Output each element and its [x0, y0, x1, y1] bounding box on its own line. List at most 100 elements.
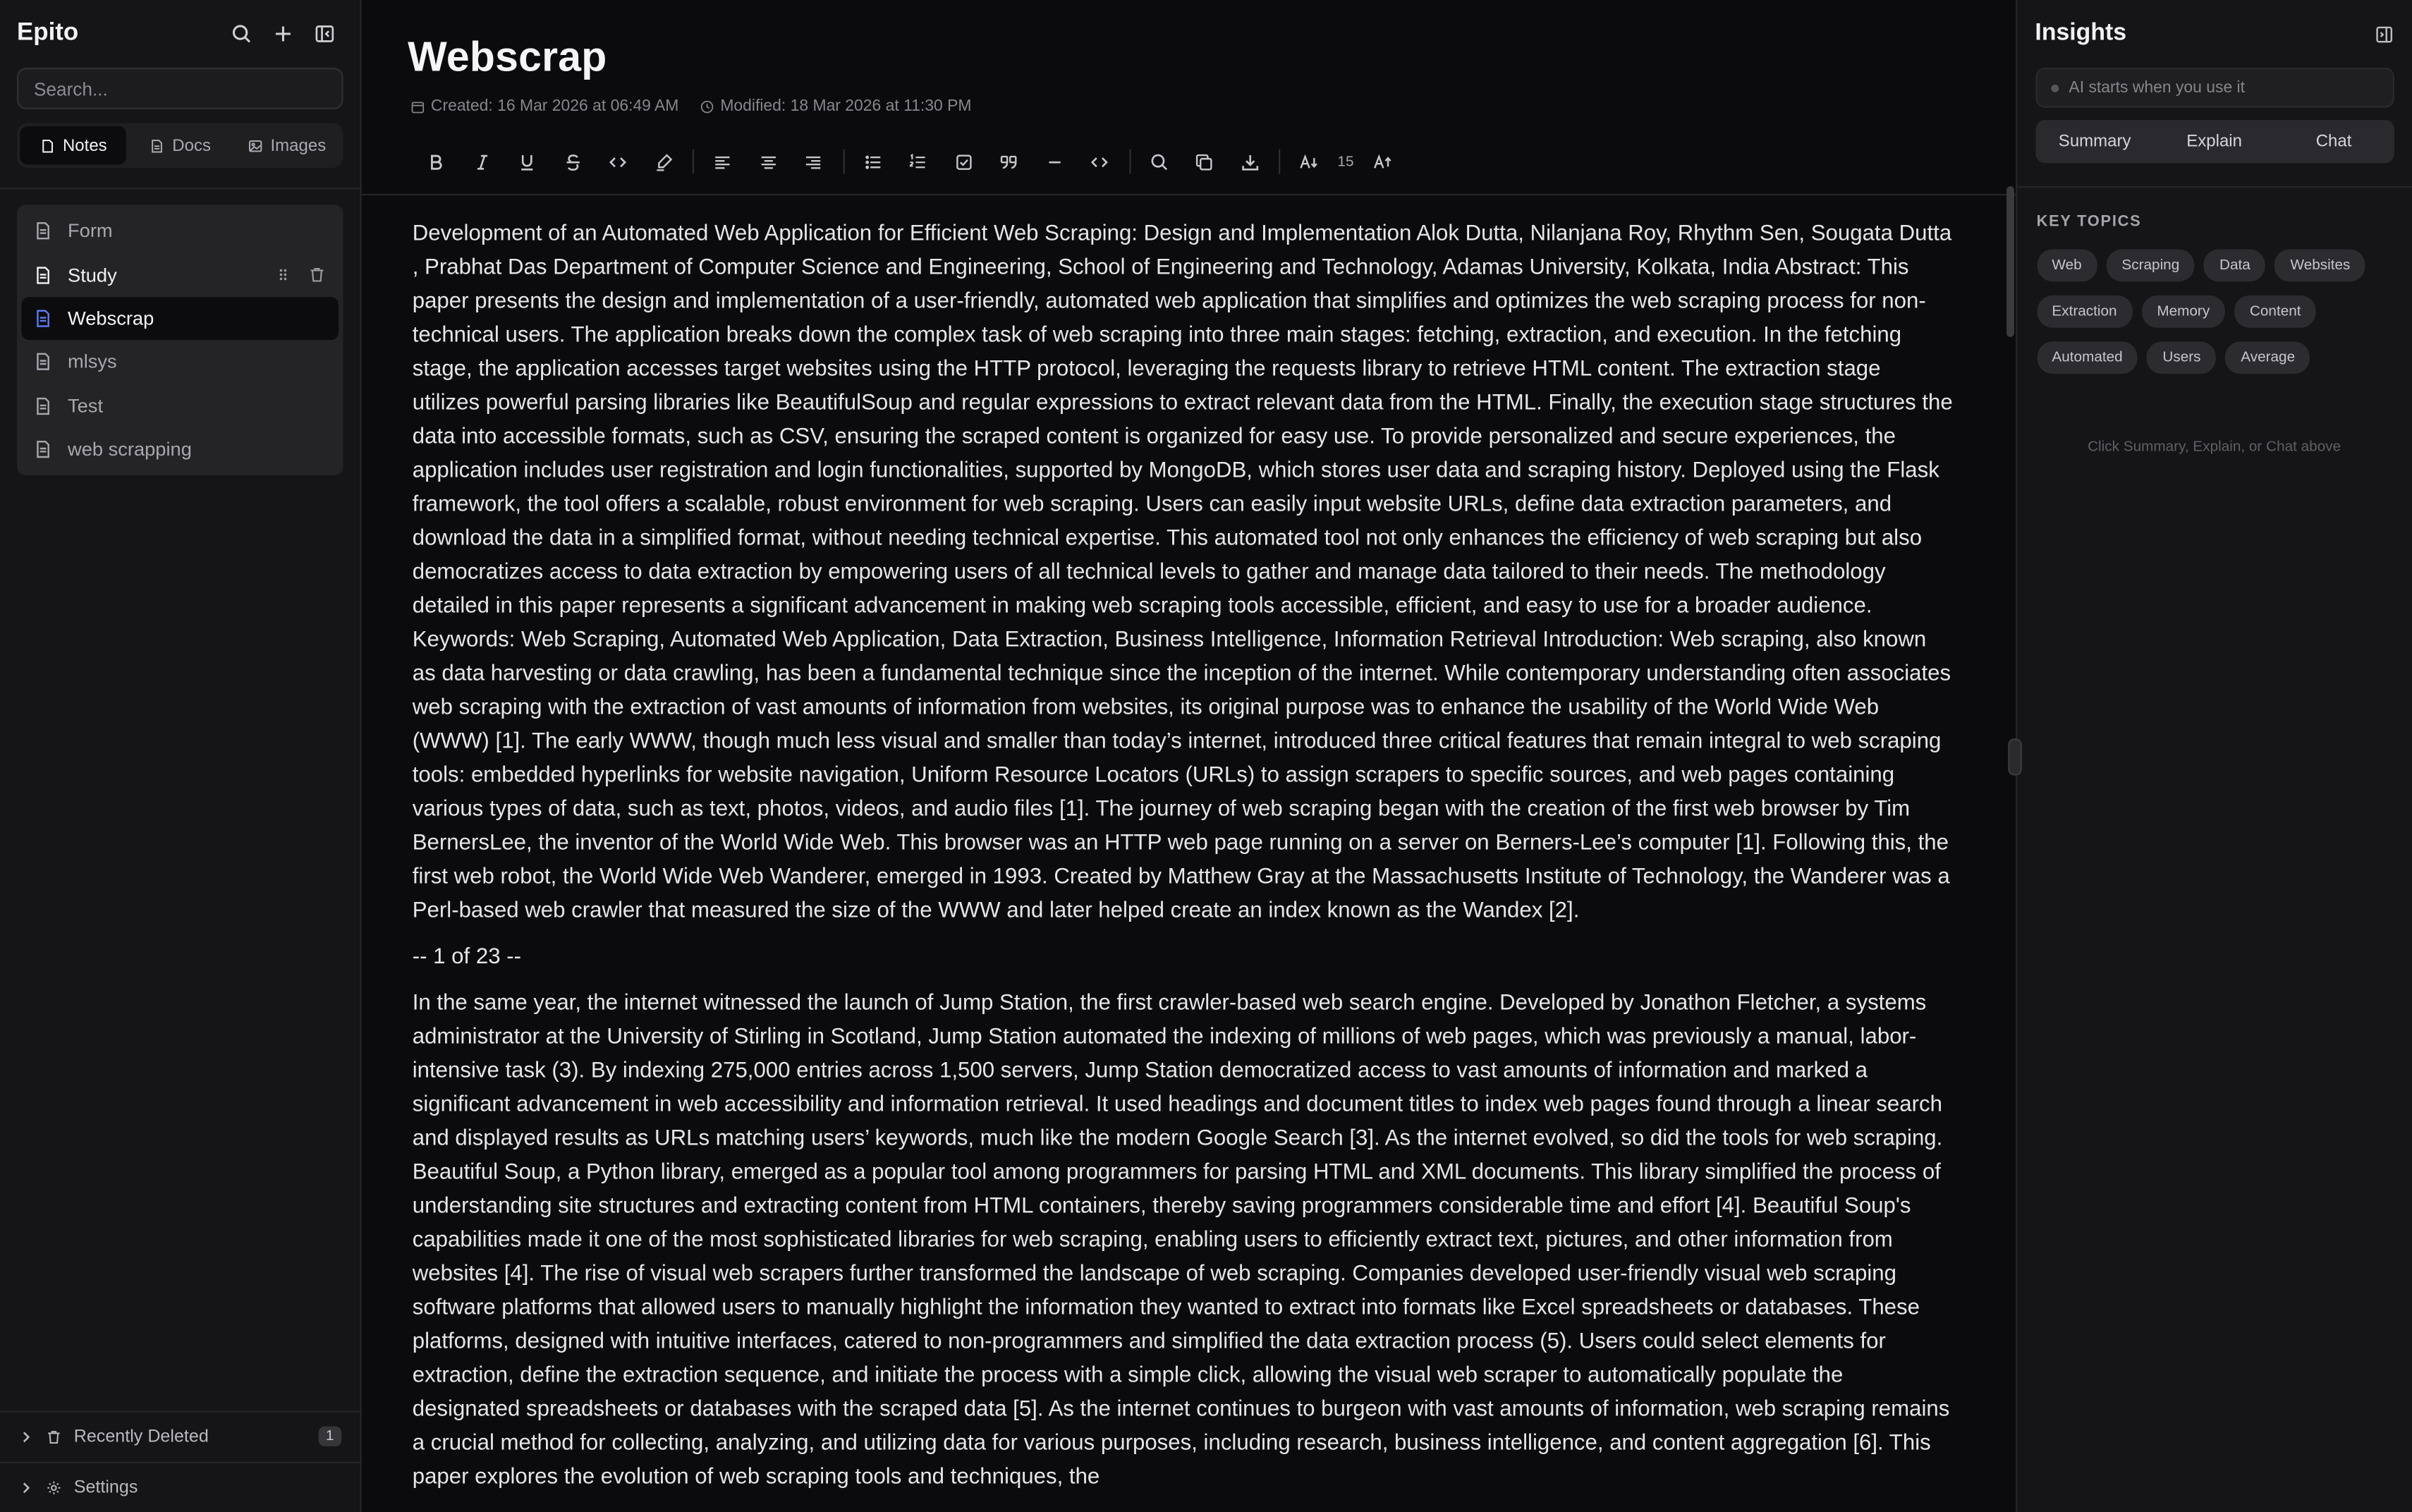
- note-item-form[interactable]: Form: [22, 209, 339, 253]
- gear-icon: [47, 1481, 61, 1494]
- note-item-test[interactable]: Test: [22, 384, 339, 427]
- document-icon: [37, 222, 49, 240]
- align-right-icon: [806, 155, 821, 169]
- trash-icon[interactable]: [307, 267, 326, 284]
- note-item-study[interactable]: Study: [22, 253, 339, 297]
- status-dot: [2050, 83, 2059, 92]
- document-icon: [37, 353, 49, 371]
- created-meta: Created: 16 Mar 2026 at 06:49 AM: [411, 97, 678, 116]
- page-title[interactable]: Webscrap: [408, 34, 1968, 82]
- note-item-label: Test: [67, 395, 104, 417]
- note-item-mlsys[interactable]: mlsys: [22, 341, 339, 384]
- align-left-icon: [715, 155, 731, 169]
- note-item-label: Form: [67, 220, 113, 242]
- topic-chip[interactable]: Automated: [2036, 341, 2138, 374]
- topic-chip[interactable]: Average: [2225, 341, 2310, 374]
- topic-chip[interactable]: Data: [2204, 249, 2266, 282]
- horizontal-rule-button[interactable]: [1032, 143, 1077, 180]
- align-left-button[interactable]: [700, 143, 745, 180]
- toolbar-separator: [1128, 149, 1131, 174]
- italic-button[interactable]: [459, 143, 504, 180]
- bullet-list-button[interactable]: [850, 143, 895, 180]
- ai-status-text: AI starts when you use it: [2069, 78, 2246, 97]
- tab-docs-label: Docs: [172, 136, 211, 155]
- modified-meta: Modified: 18 Mar 2026 at 11:30 PM: [700, 97, 971, 116]
- topic-chips: Web Scraping Data Websites Extraction Me…: [2036, 249, 2392, 374]
- numbered-list-button[interactable]: [896, 143, 941, 180]
- topic-chip[interactable]: Web: [2036, 249, 2097, 282]
- ai-status: AI starts when you use it: [2035, 67, 2394, 108]
- topic-chip[interactable]: Scraping: [2106, 249, 2195, 282]
- calendar-icon: [411, 101, 425, 113]
- checklist-button[interactable]: [941, 143, 986, 180]
- document-header: Webscrap Created: 16 Mar 2026 at 06:49 A…: [362, 0, 2015, 116]
- tab-chat[interactable]: Chat: [2274, 120, 2393, 163]
- code-block-button[interactable]: [1077, 143, 1122, 180]
- topic-chip[interactable]: Content: [2234, 295, 2317, 328]
- document-icon: [37, 266, 49, 284]
- font-increase-icon: [1373, 153, 1391, 168]
- tab-docs[interactable]: Docs: [127, 126, 233, 165]
- document-icon: [37, 397, 49, 415]
- brand-name: Epito: [16, 20, 79, 47]
- document-icon: [152, 138, 162, 152]
- align-center-button[interactable]: [745, 143, 791, 180]
- copy-button[interactable]: [1182, 143, 1227, 180]
- tab-explain[interactable]: Explain: [2155, 120, 2274, 163]
- toolbar-separator: [692, 149, 694, 174]
- drag-handle-icon[interactable]: [274, 267, 292, 284]
- note-actions: [274, 267, 326, 284]
- collapse-sidebar-button[interactable]: [306, 16, 343, 52]
- clock-icon: [701, 99, 714, 113]
- align-right-button[interactable]: [791, 143, 836, 180]
- copy-icon: [1196, 153, 1213, 170]
- note-item-web-scrapping[interactable]: web scrapping: [22, 427, 339, 471]
- download-button[interactable]: [1227, 143, 1272, 180]
- numbered-list-icon: [910, 152, 926, 168]
- trash-icon: [48, 1430, 60, 1444]
- plus-icon: [275, 26, 291, 42]
- strikethrough-button[interactable]: [550, 143, 595, 180]
- font-size-value: 15: [1337, 153, 1354, 171]
- font-decrease-icon: [1300, 153, 1318, 168]
- search-input[interactable]: Search...: [16, 67, 343, 109]
- bold-button[interactable]: [414, 143, 459, 180]
- quote-button[interactable]: [987, 143, 1032, 180]
- bullet-list-icon: [865, 154, 880, 169]
- note-item-label: Study: [67, 264, 117, 286]
- sidebar: Epito Search... Notes Docs Images Form S…: [0, 0, 362, 1512]
- topic-chip[interactable]: Users: [2147, 341, 2217, 374]
- editor-content[interactable]: Development of an Automated Web Applicat…: [362, 195, 2015, 1512]
- sidebar-divider: [0, 188, 360, 190]
- search-button[interactable]: [223, 16, 260, 52]
- find-button[interactable]: [1136, 143, 1181, 180]
- panel-resize-handle[interactable]: [2007, 738, 2021, 776]
- recently-deleted-row[interactable]: Recently Deleted 1: [0, 1410, 360, 1461]
- underline-button[interactable]: [505, 143, 550, 180]
- settings-row[interactable]: Settings: [0, 1461, 360, 1512]
- image-icon: [248, 139, 262, 152]
- sidebar-footer: Recently Deleted 1 Settings: [0, 1410, 360, 1512]
- italic-icon: [477, 154, 487, 169]
- insights-title: Insights: [2035, 20, 2127, 47]
- document-icon: [37, 441, 49, 458]
- app-window: Epito Search... Notes Docs Images Form S…: [0, 0, 2412, 1512]
- chevron-right-icon: [23, 1482, 30, 1493]
- increase-font-button[interactable]: [1360, 143, 1405, 180]
- tab-images[interactable]: Images: [233, 126, 340, 165]
- topic-chip[interactable]: Extraction: [2036, 295, 2133, 328]
- new-note-button[interactable]: [264, 16, 301, 52]
- editor-scrollbar[interactable]: [2005, 185, 2014, 337]
- tab-summary[interactable]: Summary: [2035, 120, 2154, 163]
- decrease-font-button[interactable]: [1286, 143, 1332, 180]
- highlight-button[interactable]: [641, 143, 686, 180]
- tab-notes[interactable]: Notes: [20, 126, 127, 165]
- topic-chip[interactable]: Memory: [2141, 295, 2226, 328]
- search-icon: [232, 25, 251, 43]
- document-meta: Created: 16 Mar 2026 at 06:49 AM Modifie…: [411, 97, 1969, 116]
- inline-code-button[interactable]: [595, 143, 640, 180]
- note-item-label: Webscrap: [67, 307, 154, 329]
- collapse-panel-icon[interactable]: [2373, 24, 2393, 44]
- topic-chip[interactable]: Websites: [2274, 249, 2366, 282]
- note-item-webscrap[interactable]: Webscrap: [21, 296, 339, 341]
